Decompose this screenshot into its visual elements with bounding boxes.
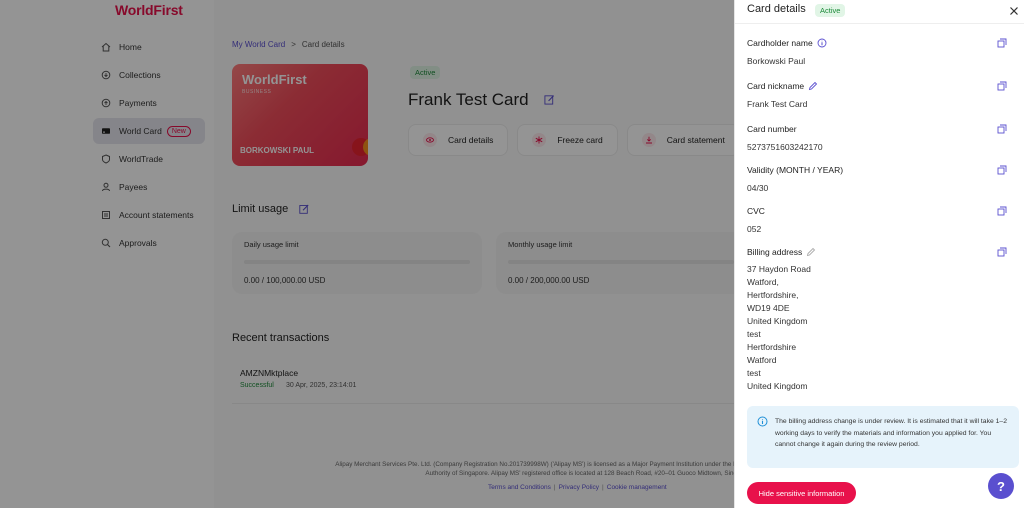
card-number-value: 5273751603242170	[747, 142, 823, 152]
copy-icon[interactable]	[997, 165, 1007, 175]
review-notice-text: The billing address change is under revi…	[775, 418, 1007, 448]
close-icon[interactable]	[1008, 5, 1020, 17]
modal-backdrop[interactable]	[0, 0, 734, 508]
cvc-value: 052	[747, 224, 762, 234]
review-notice: The billing address change is under revi…	[747, 406, 1019, 468]
nickname-field: Card nickname Frank Test Card	[747, 81, 1017, 109]
nickname-label: Card nickname	[747, 81, 1017, 91]
card-number-label: Card number	[747, 124, 797, 134]
validity-field: Validity (MONTH / YEAR) 04/30	[747, 165, 1017, 193]
card-details-drawer: Card details Active Cardholder name Bork…	[734, 0, 1024, 508]
help-button[interactable]: ?	[988, 473, 1014, 499]
billing-address-label: Billing address	[747, 247, 1017, 257]
nickname-value: Frank Test Card	[747, 99, 808, 109]
cardholder-field: Cardholder name Borkowski Paul	[747, 38, 1017, 66]
cardholder-label: Cardholder name	[747, 38, 1017, 48]
hide-sensitive-info-button[interactable]: Hide sensitive information	[747, 482, 856, 504]
cvc-field: CVC 052	[747, 206, 1017, 234]
copy-icon[interactable]	[997, 38, 1007, 48]
app-root: WorldFirst Home Collections Payments Wor…	[0, 0, 1024, 508]
copy-icon[interactable]	[997, 124, 1007, 134]
copy-icon[interactable]	[997, 247, 1007, 257]
address-line: Watford,	[747, 277, 779, 287]
card-number-field: Card number 5273751603242170	[747, 124, 1017, 152]
address-line: WD19 4DE	[747, 303, 790, 313]
address-line: Hertfordshire,	[747, 290, 799, 300]
billing-address-value: 37 Haydon Road Watford, Hertfordshire, W…	[747, 263, 1017, 393]
validity-value: 04/30	[747, 183, 769, 193]
address-line: test	[747, 368, 761, 378]
address-line: test	[747, 329, 761, 339]
copy-icon[interactable]	[997, 81, 1007, 91]
address-line: United Kingdom	[747, 381, 808, 391]
info-icon	[757, 416, 768, 427]
address-line: United Kingdom	[747, 316, 808, 326]
address-line: 37 Haydon Road	[747, 264, 811, 274]
info-icon[interactable]	[817, 38, 827, 48]
drawer-title: Card details	[747, 3, 806, 15]
validity-label: Validity (MONTH / YEAR)	[747, 165, 844, 175]
drawer-header: Card details Active	[735, 0, 1024, 24]
address-line: Watford	[747, 355, 777, 365]
pencil-icon[interactable]	[808, 81, 818, 91]
pencil-disabled-icon	[807, 247, 816, 257]
cardholder-value: Borkowski Paul	[747, 56, 806, 66]
billing-address-field: Billing address 37 Haydon Road Watford, …	[747, 247, 1017, 393]
cvc-label: CVC	[747, 206, 765, 216]
copy-icon[interactable]	[997, 206, 1007, 216]
address-line: Hertfordshire	[747, 342, 797, 352]
drawer-status-badge: Active	[815, 4, 846, 17]
